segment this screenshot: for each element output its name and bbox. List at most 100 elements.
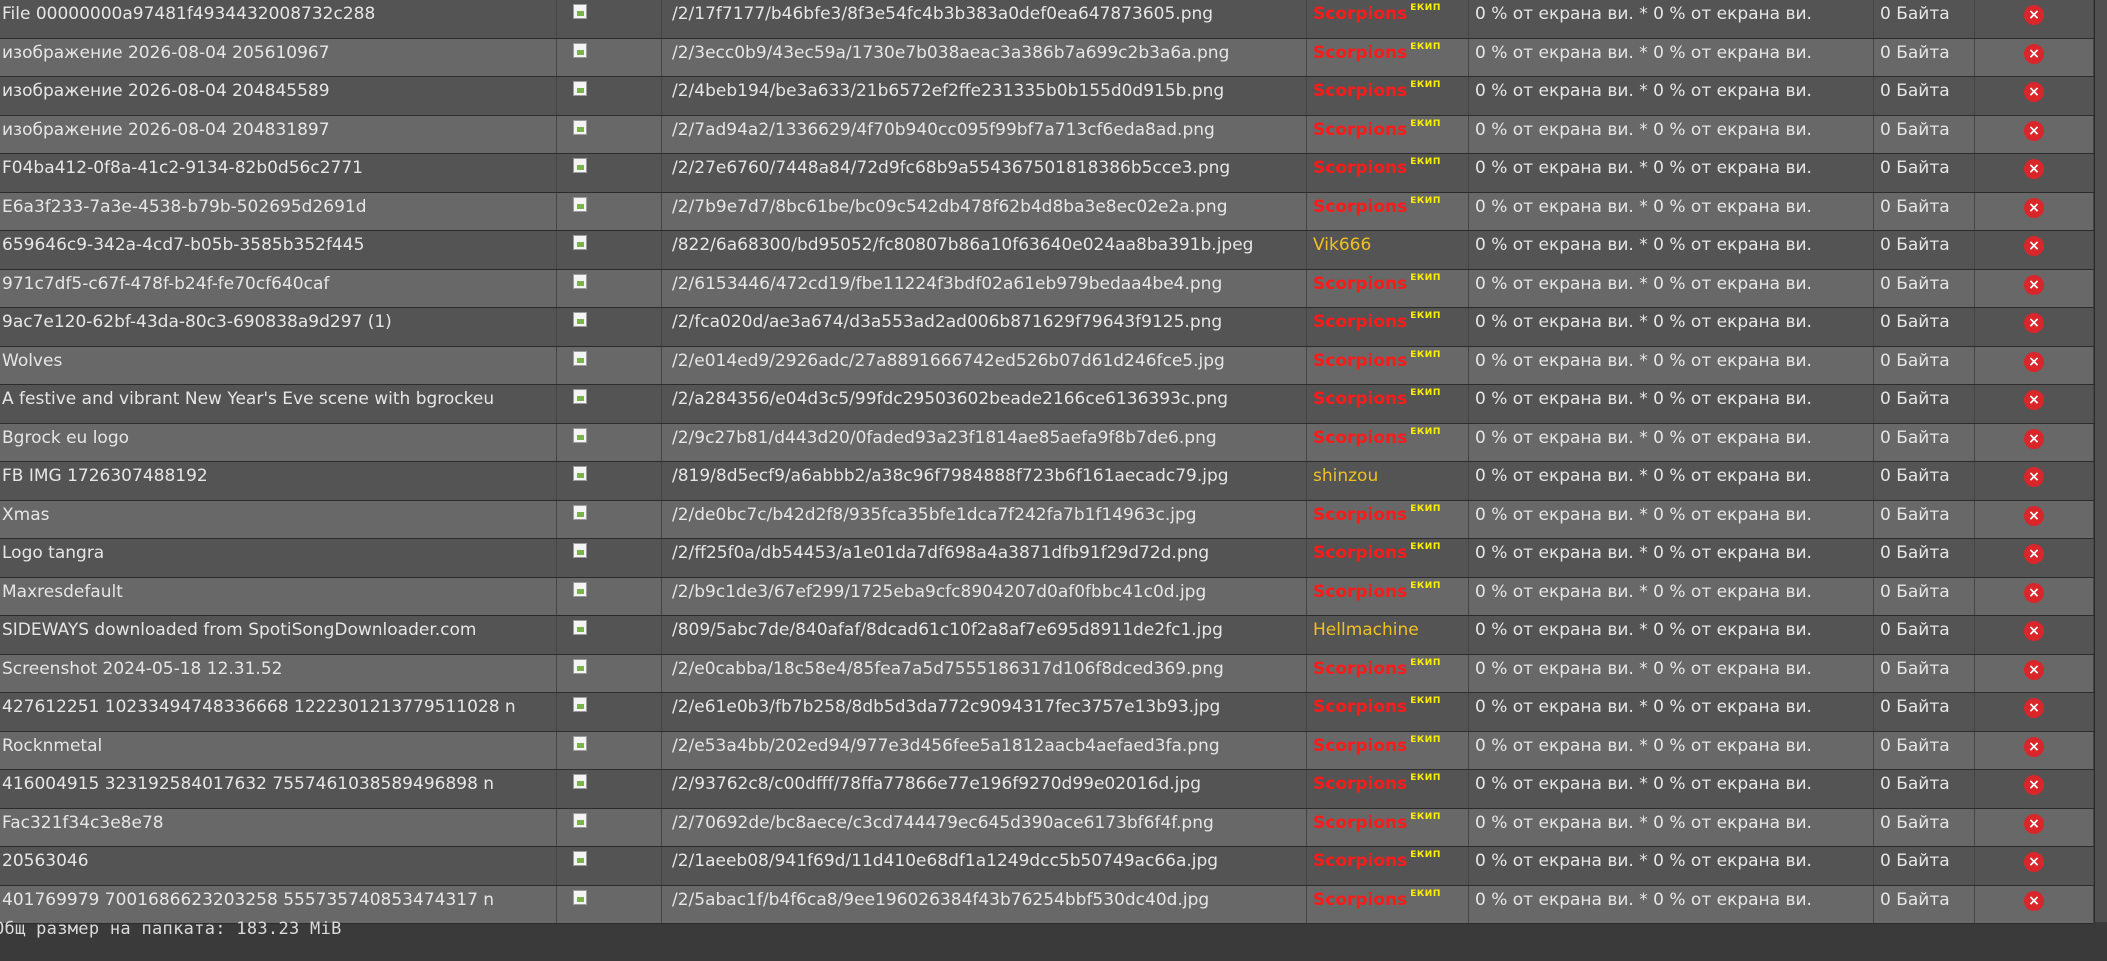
file-name[interactable]: A festive and vibrant New Year's Eve sce… [0,384,557,424]
uploader-name[interactable]: Scorpions [1313,81,1407,101]
broken-image-icon[interactable] [573,427,591,444]
uploader-name[interactable]: Scorpions [1313,851,1407,871]
table-row[interactable]: Xmas/2/de0bc7c/b42d2f8/935fca35bfe1dca7f… [0,500,2094,539]
table-row[interactable]: Maxresdefault/2/b9c1de3/67ef299/1725eba9… [0,577,2094,616]
thumbnail-cell[interactable] [556,76,662,116]
uploader-name[interactable]: Scorpions [1313,774,1407,794]
thumbnail-cell[interactable] [556,577,662,616]
table-row[interactable]: E6a3f233-7a3e-4538-b79b-502695d2691d/2/7… [0,192,2094,231]
uploader-name[interactable]: Scorpions [1313,543,1407,563]
delete-icon[interactable]: × [2024,736,2044,757]
thumbnail-cell[interactable] [556,461,662,501]
file-path[interactable]: /2/fca020d/ae3a674/d3a553ad2ad006b871629… [661,307,1307,347]
table-row[interactable]: Wolves/2/e014ed9/2926adc/27a8891666742ed… [0,346,2094,385]
file-path[interactable]: /2/a284356/e04d3c5/99fdc29503602beade216… [661,384,1307,424]
broken-image-icon[interactable] [573,42,591,59]
table-row[interactable]: изображение 2026-08-04 204845589/2/4beb1… [0,76,2094,116]
delete-icon[interactable]: × [2024,698,2044,718]
broken-image-icon[interactable] [573,235,591,251]
thumbnail-cell[interactable] [556,500,662,539]
file-path[interactable]: /2/e0cabba/18c58e4/85fea7a5d7555186317d1… [661,654,1307,693]
uploader-name[interactable]: Scorpions [1313,389,1407,409]
file-name[interactable]: F04ba412-0f8a-41c2-9134-82b0d56c2771 [0,153,557,193]
thumbnail-cell[interactable] [556,115,662,154]
broken-image-icon[interactable] [573,581,591,598]
broken-image-icon[interactable] [573,389,591,405]
table-row[interactable]: FB IMG 1726307488192/819/8d5ecf9/a6abbb2… [0,461,2094,501]
delete-icon[interactable]: × [2024,313,2044,333]
file-path[interactable]: /2/5abac1f/b4f6ca8/9ee196026384f43b76254… [661,885,1307,924]
delete-icon[interactable]: × [2024,775,2044,795]
file-path[interactable]: /2/7b9e7d7/8bc61be/bc09c542db478f62b4d8b… [661,192,1307,231]
broken-image-icon[interactable] [573,273,591,290]
uploader-name[interactable]: Scorpions [1313,351,1407,371]
uploader-name[interactable]: Scorpions [1313,505,1407,525]
file-name[interactable]: 416004915 323192584017632 75574610385894… [0,769,557,809]
file-name[interactable]: изображение 2026-08-04 205610967 [0,38,557,77]
uploader-name[interactable]: shinzou [1313,466,1378,486]
thumbnail-cell[interactable] [556,346,662,385]
broken-image-icon[interactable] [573,620,591,636]
file-path[interactable]: /2/e014ed9/2926adc/27a8891666742ed526b07… [661,346,1307,385]
uploader-name[interactable]: Scorpions [1313,312,1407,332]
table-row[interactable]: 20563046/2/1aeeb08/941f69d/11d410e68df1a… [0,846,2094,886]
uploader-name[interactable]: Scorpions [1313,274,1407,294]
file-path[interactable]: /2/de0bc7c/b42d2f8/935fca35bfe1dca7f242f… [661,500,1307,539]
broken-image-icon[interactable] [573,504,591,521]
file-path[interactable]: /2/e61e0b3/fb7b258/8db5d3da772c9094317fe… [661,692,1307,732]
file-name[interactable]: E6a3f233-7a3e-4538-b79b-502695d2691d [0,192,557,231]
delete-icon[interactable]: × [2024,390,2044,410]
file-name[interactable]: 659646c9-342a-4cd7-b05b-3585b352f445 [0,230,557,270]
table-row[interactable]: Fac321f34c3e8e78/2/70692de/bc8aece/c3cd7… [0,808,2094,847]
broken-image-icon[interactable] [573,196,591,213]
delete-icon[interactable]: × [2024,236,2044,256]
uploader-name[interactable]: Scorpions [1313,120,1407,140]
table-row[interactable]: Rocknmetal/2/e53a4bb/202ed94/977e3d456fe… [0,731,2094,770]
uploader-name[interactable]: Scorpions [1313,43,1407,63]
delete-icon[interactable]: × [2024,5,2044,25]
broken-image-icon[interactable] [573,158,591,174]
file-name[interactable]: SIDEWAYS downloaded from SpotiSongDownlo… [0,615,557,655]
thumbnail-cell[interactable] [556,615,662,655]
table-row[interactable]: 427612251 10233494748336668 122230121377… [0,692,2094,732]
thumbnail-cell[interactable] [556,885,662,924]
file-path[interactable]: /2/e53a4bb/202ed94/977e3d456fee5a1812aac… [661,731,1307,770]
file-name[interactable]: Fac321f34c3e8e78 [0,808,557,847]
file-name[interactable]: Wolves [0,346,557,385]
uploader-name[interactable]: Scorpions [1313,428,1407,448]
broken-image-icon[interactable] [573,4,591,20]
uploader-name[interactable]: Scorpions [1313,697,1407,717]
table-row[interactable]: Screenshot 2024-05-18 12.31.52/2/e0cabba… [0,654,2094,693]
file-path[interactable]: /2/6153446/472cd19/fbe11224f3bdf02a61eb9… [661,269,1307,308]
uploader-name[interactable]: Scorpions [1313,890,1407,910]
delete-icon[interactable]: × [2024,544,2044,564]
file-name[interactable]: 9ac7e120-62bf-43da-80c3-690838a9d297 (1) [0,307,557,347]
file-name[interactable]: 20563046 [0,846,557,886]
table-row[interactable]: F04ba412-0f8a-41c2-9134-82b0d56c2771/2/2… [0,153,2094,193]
table-row[interactable]: изображение 2026-08-04 204831897/2/7ad94… [0,115,2094,154]
broken-image-icon[interactable] [573,812,591,829]
table-row[interactable]: 659646c9-342a-4cd7-b05b-3585b352f445/822… [0,230,2094,270]
uploader-name[interactable]: Scorpions [1313,197,1407,217]
file-path[interactable]: /2/17f7177/b46bfe3/8f3e54fc4b3b383a0def0… [661,0,1307,39]
delete-icon[interactable]: × [2024,582,2044,603]
file-path[interactable]: /2/3ecc0b9/43ec59a/1730e7b038aeac3a386b7… [661,38,1307,77]
file-name[interactable]: изображение 2026-08-04 204831897 [0,115,557,154]
thumbnail-cell[interactable] [556,846,662,886]
thumbnail-cell[interactable] [556,0,662,39]
table-row[interactable]: File 00000000a97481f4934432008732c288/2/… [0,0,2094,39]
delete-icon[interactable]: × [2024,159,2044,179]
uploader-name[interactable]: Scorpions [1313,582,1407,602]
file-name[interactable]: Maxresdefault [0,577,557,616]
broken-image-icon[interactable] [573,543,591,559]
file-name[interactable]: 971c7df5-c67f-478f-b24f-fe70cf640caf [0,269,557,308]
file-name[interactable]: 401769979 7001686623203258 5557357408534… [0,885,557,924]
file-path[interactable]: /2/b9c1de3/67ef299/1725eba9cfc8904207d0a… [661,577,1307,616]
uploader-name[interactable]: Scorpions [1313,4,1407,24]
thumbnail-cell[interactable] [556,153,662,193]
uploader-name[interactable]: Scorpions [1313,813,1407,833]
file-path[interactable]: /2/ff25f0a/db54453/a1e01da7df698a4a3871d… [661,538,1307,578]
broken-image-icon[interactable] [573,119,591,136]
file-name[interactable]: Bgrock eu logo [0,423,557,462]
broken-image-icon[interactable] [573,735,591,752]
